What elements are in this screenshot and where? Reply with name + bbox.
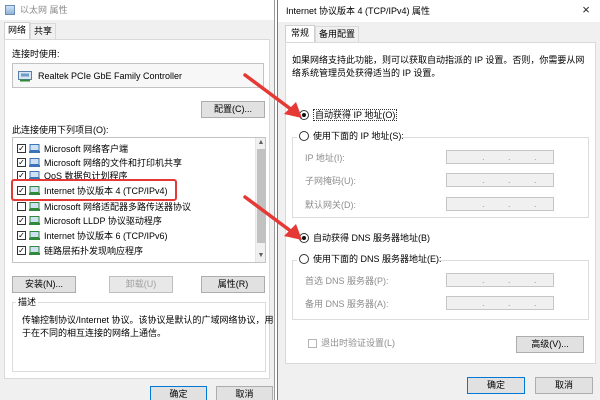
- item-label: 链路层拓扑发现响应程序: [44, 246, 144, 256]
- subnet-mask-label: 子网掩码(U):: [305, 176, 356, 186]
- item-label: Microsoft 网络的文件和打印机共享: [44, 158, 183, 168]
- manual-ip-label[interactable]: 使用下面的 IP 地址(S):: [313, 130, 404, 142]
- manual-ip-radio[interactable]: [299, 131, 309, 141]
- subnet-mask-input: ...: [446, 173, 554, 187]
- connect-using-label: 连接时使用:: [12, 49, 60, 59]
- red-arrow-icon: [243, 73, 302, 118]
- preferred-dns-input: ...: [446, 273, 554, 287]
- list-item[interactable]: ✓ Microsoft 网络客户端: [17, 143, 252, 155]
- left-ok-button[interactable]: 确定: [150, 386, 207, 400]
- description-label: 描述: [16, 296, 39, 308]
- intro-text-line-1: 如果网络支持此功能，则可以获取自动指派的 IP 设置。否则，你需要从网: [292, 55, 585, 65]
- list-item[interactable]: ✓ Microsoft 网络的文件和打印机共享: [17, 157, 252, 169]
- item-label: Internet 协议版本 6 (TCP/IPv6): [44, 231, 168, 241]
- auto-ip-label-wrap: 自动获得 IP 地址(O): [313, 109, 398, 121]
- item-label: Microsoft 网络适配器多路传送器协议: [44, 202, 192, 212]
- item-checkbox[interactable]: [17, 202, 26, 211]
- validate-checkbox: [308, 339, 317, 348]
- auto-dns-label[interactable]: 自动获得 DNS 服务器地址(B): [313, 232, 430, 244]
- adapter-box: Realtek PCIe GbE Family Controller: [12, 63, 264, 88]
- network-card-icon: [18, 71, 32, 82]
- dialog-ok-button[interactable]: 确定: [467, 377, 525, 394]
- scroll-up-icon[interactable]: ▲: [256, 138, 265, 148]
- alternate-dns-label: 备用 DNS 服务器(A):: [305, 299, 389, 309]
- ipv4-highlight-box: [11, 179, 177, 201]
- left-cancel-button[interactable]: 取消: [216, 386, 273, 400]
- description-text-line-1: 传输控制协议/Internet 协议。该协议是默认的广域网络协议，用: [22, 315, 274, 325]
- manual-dns-radio[interactable]: [299, 254, 309, 264]
- gateway-label: 默认网关(D):: [305, 200, 356, 210]
- install-button[interactable]: 安装(N)...: [12, 276, 76, 293]
- left-title-bar: 以太网 属性: [0, 0, 274, 20]
- gateway-input: ...: [446, 197, 554, 211]
- preferred-dns-label: 首选 DNS 服务器(P):: [305, 276, 389, 286]
- ipv4-properties-dialog: Internet 协议版本 4 (TCP/IPv4) 属性 × 常规 备用配置 …: [277, 0, 600, 400]
- tab-sharing[interactable]: 共享: [30, 23, 56, 40]
- left-window-title: 以太网 属性: [20, 5, 68, 15]
- network-adapter-icon: [5, 5, 15, 15]
- network-component-icon: [29, 144, 40, 153]
- validate-label: 退出时验证设置(L): [321, 338, 395, 348]
- network-component-icon: [29, 231, 40, 240]
- manual-dns-label[interactable]: 使用下面的 DNS 服务器地址(E):: [313, 253, 442, 265]
- tab-network[interactable]: 网络: [4, 22, 30, 39]
- close-icon[interactable]: ×: [576, 2, 596, 18]
- ip-address-input: ...: [446, 150, 554, 164]
- right-title-bar: Internet 协议版本 4 (TCP/IPv4) 属性 ×: [278, 0, 600, 22]
- list-item[interactable]: Microsoft 网络适配器多路传送器协议: [17, 201, 252, 213]
- alternate-dns-input: ...: [446, 296, 554, 310]
- network-component-icon: [29, 158, 40, 167]
- network-component-icon: [29, 216, 40, 225]
- list-item[interactable]: ✓ 链路层拓扑发现响应程序: [17, 245, 252, 257]
- red-arrow-icon: [243, 195, 302, 240]
- properties-button[interactable]: 属性(R): [201, 276, 265, 293]
- ip-address-label: IP 地址(I):: [305, 153, 345, 163]
- advanced-button[interactable]: 高级(V)...: [516, 336, 584, 353]
- list-item[interactable]: ✓ Microsoft LLDP 协议驱动程序: [17, 215, 252, 227]
- item-checkbox[interactable]: ✓: [17, 246, 26, 255]
- item-checkbox[interactable]: ✓: [17, 158, 26, 167]
- uninstall-button: 卸载(U): [109, 276, 173, 293]
- item-label: Microsoft LLDP 协议驱动程序: [44, 216, 162, 226]
- item-label: Microsoft 网络客户端: [44, 144, 129, 154]
- item-checkbox[interactable]: ✓: [17, 231, 26, 240]
- tab-general[interactable]: 常规: [285, 25, 315, 42]
- description-text-line-2: 于在不同的相互连接的网络上通信。: [22, 328, 167, 338]
- adapter-name: Realtek PCIe GbE Family Controller: [38, 71, 183, 81]
- network-component-icon: [29, 246, 40, 255]
- items-label: 此连接使用下列项目(O):: [12, 125, 109, 135]
- scroll-down-icon[interactable]: ▼: [256, 251, 265, 261]
- dialog-title: Internet 协议版本 4 (TCP/IPv4) 属性: [286, 6, 431, 16]
- item-checkbox[interactable]: ✓: [17, 216, 26, 225]
- dialog-cancel-button[interactable]: 取消: [535, 377, 593, 394]
- dns-group: [292, 260, 589, 320]
- item-checkbox[interactable]: ✓: [17, 144, 26, 153]
- auto-ip-label[interactable]: 自动获得 IP 地址(O): [313, 109, 398, 121]
- network-component-icon: [29, 202, 40, 211]
- intro-text-line-2: 络系统管理员处获得适当的 IP 设置。: [292, 68, 441, 78]
- list-item[interactable]: ✓ Internet 协议版本 6 (TCP/IPv6): [17, 230, 252, 242]
- tab-alternate-config[interactable]: 备用配置: [315, 26, 359, 43]
